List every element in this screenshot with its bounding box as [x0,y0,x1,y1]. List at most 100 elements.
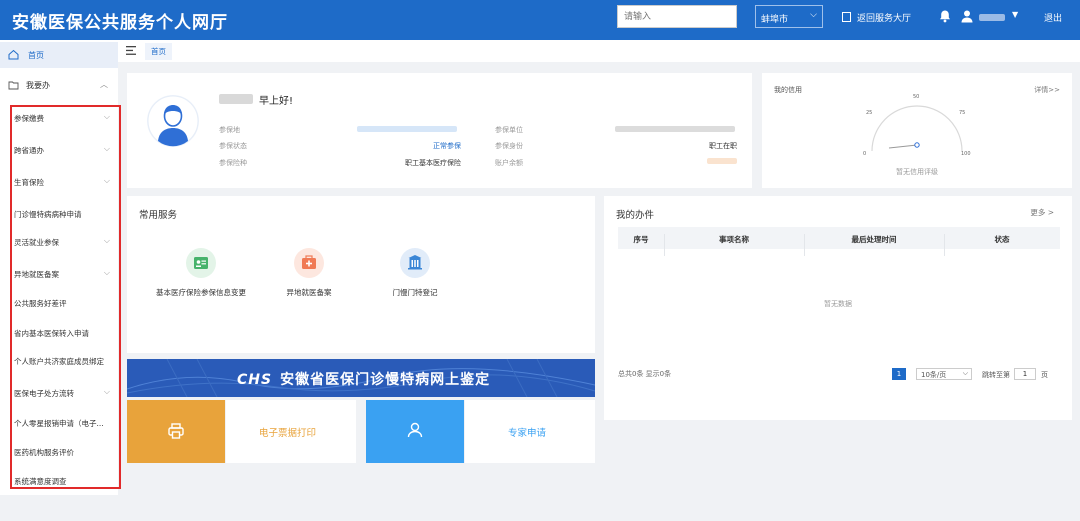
chevron-down-icon: ⌵ [103,388,110,396]
sidebar-menu-item[interactable]: 个人账户共济家庭成员绑定 [14,356,114,367]
city-select-value: 蚌埠市 [761,15,789,25]
bell-icon[interactable] [938,9,952,23]
sidebar-menu-item[interactable]: 灵活就业参保 ⌵ [14,237,114,248]
credit-note: 暂无信用评级 [896,168,938,176]
building-icon [408,255,422,270]
sidebar-menu-label: 灵活就业参保 [14,238,59,247]
return-hall-link[interactable]: 返回服务大厅 [842,11,911,24]
sidebar-menu-label: 个人账户共济家庭成员绑定 [14,357,104,366]
return-hall-label: 返回服务大厅 [857,14,912,24]
sidebar-item-home[interactable]: 首页 [0,42,118,68]
chevron-down-icon: ⌵ [962,369,968,377]
sidebar-menu-item[interactable]: 异地就医备案 ⌵ [14,269,114,280]
goto-page-input[interactable]: 1 [1014,368,1036,380]
sidebar-section-label: 我要办 [26,81,50,90]
sidebar-menu-item[interactable]: 医保电子处方流转 ⌵ [14,388,114,399]
column-header: 序号 [633,235,649,244]
service-item[interactable]: 门慢门特登记 [345,248,485,298]
gauge-needle [888,144,918,149]
highlight-box [10,105,121,489]
expert-tile[interactable]: 专家申请 [465,400,595,463]
insurance-type-value: 职工基本医疗保险 [405,159,461,167]
table-header: 序号 事项名称 最后处理时间 状态 [618,227,1060,256]
site-title: 安徽医保公共服务个人网厅 [12,13,228,33]
info-label: 参保地 [219,126,240,134]
sidebar-menu-item[interactable]: 系统满意度调查 [14,476,114,487]
banner-logo: CHS [237,372,273,388]
chevron-up-icon: ︿ [100,80,108,89]
greeting-text: 早上好! [259,96,294,107]
page-number-button[interactable]: 1 [892,368,906,380]
sidebar-menu-label: 参保缴费 [14,114,44,123]
user-name-redacted[interactable] [979,14,1005,21]
service-icon-circle [400,248,430,278]
sidebar-menu-label: 省内基本医保转入申请 [14,329,89,338]
service-icon-circle [294,248,324,278]
banner[interactable]: CHS 安徽省医保门诊慢特病网上鉴定 [127,359,595,397]
medical-kit-icon [302,255,316,269]
info-label: 账户余额 [495,159,523,167]
credit-card: 我的信用 详情>> 0 25 50 75 100 暂无信用评级 [762,73,1072,188]
sidebar-menu-label: 医药机构服务评价 [14,448,74,457]
sidebar-menu-item[interactable]: 个人零星报销申请（电子... [14,418,114,429]
chevron-down-icon: ⌵ [103,269,110,277]
column-header: 状态 [994,235,1010,244]
page-size-select[interactable]: 10条/页 ⌵ [916,368,972,380]
sidebar-menu-item[interactable]: 省内基本医保转入申请 [14,328,114,339]
gauge-tick: 100 [961,151,971,157]
services-title: 常用服务 [139,210,178,221]
pager-info: 总共0条 显示0条 [618,370,672,378]
info-label: 参保单位 [495,126,523,134]
gauge-tick: 0 [863,151,866,157]
sidebar-menu-label: 系统满意度调查 [14,477,67,486]
top-bar: 安徽医保公共服务个人网厅 蚌埠市 ⌵ 返回服务大厅 ▼ 退出 [0,0,1080,40]
goto-label: 跳转至第 [982,371,1010,379]
sidebar-menu-item[interactable]: 门诊慢特病病种申请 [14,209,114,220]
user-icon[interactable] [960,9,974,23]
sidebar-menu-label: 医保电子处方流转 [14,389,74,398]
chevron-down-icon: ⌵ [810,10,817,20]
my-work-panel: 我的办件 更多 > 序号 事项名称 最后处理时间 状态 暂无数据 总共0条 显示… [604,196,1072,420]
folder-icon [8,81,19,90]
menu-toggle-icon[interactable] [126,46,136,55]
sidebar-menu-label: 生育保险 [14,178,44,187]
print-tile-icon-block[interactable] [127,400,225,463]
search-input[interactable] [617,5,737,28]
sidebar-menu-item[interactable]: 生育保险 ⌵ [14,177,114,188]
column-header: 事项名称 [719,235,749,244]
redacted-value [357,126,457,132]
empty-state: 暂无数据 [824,300,852,308]
sidebar-menu-item[interactable]: 公共服务好差评 [14,298,114,309]
city-select[interactable]: 蚌埠市 ⌵ [755,5,823,28]
common-services-panel: 常用服务 基本医疗保险参保信息变更 异地就医备案 门慢门特登记 [127,196,595,353]
service-icon-circle [186,248,216,278]
sidebar-menu-label: 公共服务好差评 [14,299,67,308]
gauge-tick: 25 [866,110,872,116]
gauge-tick: 50 [913,94,919,100]
avatar [147,95,199,147]
work-more-link[interactable]: 更多 > [1030,207,1054,218]
sidebar-section-todo[interactable]: 我要办 ︿ [0,76,118,96]
logout-button[interactable]: 退出 [1044,11,1062,24]
chevron-down-icon: ⌵ [103,177,110,185]
user-name-redacted [219,94,253,104]
column-header: 最后处理时间 [851,235,897,244]
identity-value: 职工在职 [709,142,737,150]
expert-tile-icon-block[interactable] [366,400,464,463]
caret-down-icon[interactable]: ▼ [1012,10,1018,19]
sidebar-menu-label: 个人零星报销申请（电子... [14,419,104,428]
goto-unit: 页 [1041,371,1048,379]
sidebar-menu-item[interactable]: 参保缴费 ⌵ [14,113,114,124]
tab-home[interactable]: 首页 [145,43,172,60]
print-tile-label: 电子票据打印 [259,428,317,439]
print-tile[interactable]: 电子票据打印 [226,400,356,463]
id-card-icon [194,257,208,269]
banner-title: 安徽省医保门诊慢特病网上鉴定 [280,372,491,388]
work-title: 我的办件 [616,210,655,221]
printer-icon [168,423,184,439]
sidebar-menu-item[interactable]: 跨省通办 ⌵ [14,145,114,156]
credit-title: 我的信用 [774,86,802,94]
credit-detail-link[interactable]: 详情>> [1034,85,1060,95]
sidebar-menu-item[interactable]: 医药机构服务评价 [14,447,114,458]
gauge-hub [914,142,920,148]
